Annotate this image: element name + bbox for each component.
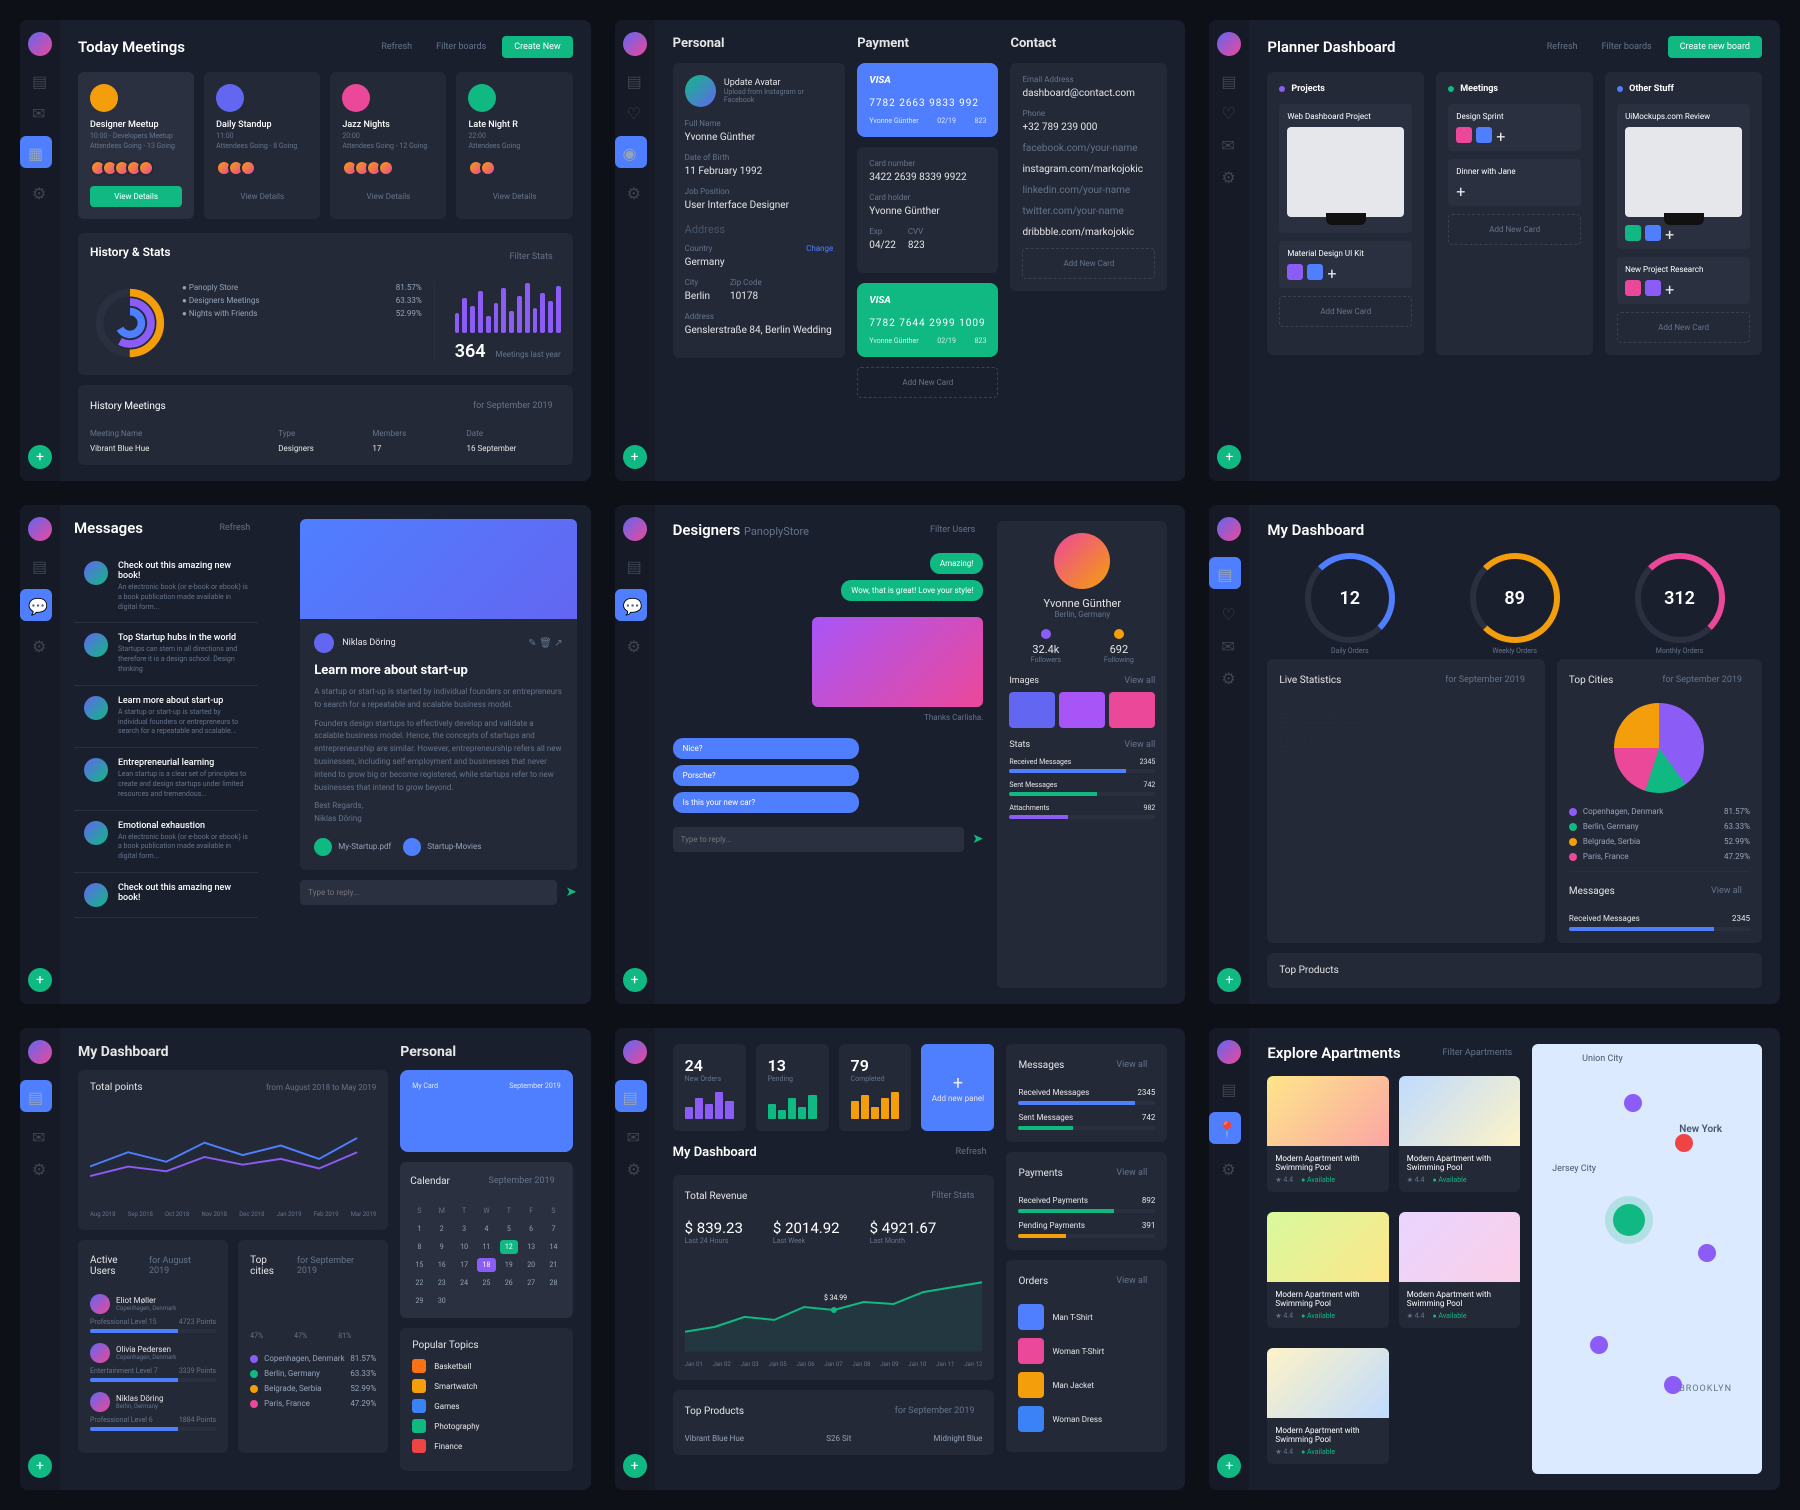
donut-chart [90, 283, 170, 363]
map[interactable]: Union City Jersey City New York BROOKLYN [1532, 1044, 1762, 1474]
dashboard-planner: ▤♡✉⚙+ Planner Dashboard RefreshFilter bo… [1209, 20, 1780, 481]
page-title: Today Meetings [78, 38, 185, 56]
add-card-button[interactable]: Add New Card [857, 367, 998, 398]
planner-card[interactable]: Web Dashboard Project [1279, 104, 1412, 233]
user-icon[interactable]: ◉ [615, 136, 647, 168]
sidebar: ▤♡ ◉ ⚙ + [615, 20, 655, 481]
map-pin[interactable] [1698, 1244, 1716, 1262]
dashboard-apartments: ▤📍⚙+ Explore ApartmentsFilter Apartments… [1209, 1028, 1780, 1490]
article-hero [300, 519, 576, 619]
reply-input[interactable] [300, 880, 557, 905]
location-icon[interactable]: 📍 [1209, 1112, 1241, 1144]
avatar[interactable] [28, 32, 52, 56]
chat-image [812, 617, 983, 707]
calendar-icon[interactable]: ▦ [20, 136, 52, 168]
view-details-button[interactable]: View Details [468, 186, 560, 207]
dashboard-messages: ▤💬⚙+ MessagesRefresh Check out this amaz… [20, 505, 591, 1004]
view-details-button[interactable]: View Details [342, 186, 434, 207]
credit-card[interactable]: VISA 7782 7644 2999 1009 Yvonne Günther0… [857, 283, 998, 357]
meeting-card[interactable]: Jazz Nights 20:00 Attendees Going - 12 G… [330, 72, 446, 219]
apartment-card[interactable]: Modern Apartment with Swimming Pool★ 4.4… [1399, 1076, 1520, 1192]
apartment-card[interactable]: Modern Apartment with Swimming Pool★ 4.4… [1267, 1348, 1388, 1464]
order-item[interactable]: Man Jacket [1018, 1372, 1155, 1398]
filter-stats-button[interactable]: Filter Stats [502, 248, 561, 266]
credit-card[interactable]: VISA 7782 2663 9833 992 Yvonne Günther02… [857, 63, 998, 137]
map-pin-active[interactable] [1613, 1204, 1645, 1236]
dashboard-designers: ▤💬⚙+ Designers PanoplyStoreFilter Users … [615, 505, 1186, 1004]
view-details-button[interactable]: View Details [216, 186, 308, 207]
view-details-button[interactable]: View Details [90, 186, 182, 207]
world-map: ·· ····· ·· ··········· ··· ····· ······… [1279, 703, 1533, 761]
order-item[interactable]: Woman T-Shirt [1018, 1338, 1155, 1364]
bar-chart [455, 283, 561, 333]
dashboard-profile: ▤♡ ◉ ⚙ + Personal Update AvatarUpload fr… [615, 20, 1186, 481]
map-pin[interactable] [1664, 1376, 1682, 1394]
reply-input[interactable] [673, 827, 965, 852]
message-item[interactable]: Entrepreneurial learningLean startup is … [74, 748, 258, 810]
dashboard-revenue: ▤✉⚙+ 24New Orders 13Pending 79Completed … [615, 1028, 1186, 1490]
profile-avatar[interactable] [685, 75, 716, 107]
message-item[interactable]: Top Startup hubs in the worldStartups ca… [74, 623, 258, 685]
dashboard-personal: ▤✉⚙+ My Dashboard Total pointsfrom Augus… [20, 1028, 591, 1490]
message-item[interactable]: Check out this amazing new book! [74, 873, 258, 918]
edit-icon[interactable]: ✎ 🗑 ↗ [528, 638, 562, 649]
order-item[interactable]: Woman Dress [1018, 1406, 1155, 1432]
gear-icon[interactable]: ⚙ [32, 184, 48, 200]
chart-icon[interactable]: ▤ [32, 72, 48, 88]
meeting-icon [216, 84, 244, 112]
meeting-icon [468, 84, 496, 112]
history-title: History & Stats [90, 245, 171, 259]
mail-icon[interactable]: ✉ [32, 104, 48, 120]
send-icon[interactable]: ➤ [565, 880, 576, 905]
meeting-icon [90, 84, 118, 112]
filter-button[interactable]: Filter boards [428, 38, 494, 56]
create-button[interactable]: Create New [502, 36, 572, 58]
add-button[interactable]: + [28, 445, 52, 469]
apartment-card[interactable]: Modern Apartment with Swimming Pool★ 4.4… [1399, 1212, 1520, 1328]
meeting-icon [342, 84, 370, 112]
chat-icon[interactable]: 💬 [20, 589, 52, 621]
avatar[interactable] [623, 32, 647, 56]
send-icon[interactable]: ➤ [972, 827, 983, 852]
apartment-card[interactable]: Modern Apartment with Swimming Pool★ 4.4… [1267, 1212, 1388, 1328]
map-pin[interactable] [1590, 1336, 1608, 1354]
add-button[interactable]: + [623, 445, 647, 469]
message-item[interactable]: Learn more about start-upA startup or st… [74, 686, 258, 748]
line-chart [90, 1107, 376, 1207]
meeting-card[interactable]: Daily Standup 11:00 Attendees Going - 8 … [204, 72, 320, 219]
apartment-card[interactable]: Modern Apartment with Swimming Pool★ 4.4… [1267, 1076, 1388, 1192]
order-item[interactable]: Man T-Shirt [1018, 1304, 1155, 1330]
meeting-card[interactable]: Designer Meetup 10:00 - Developers Meetu… [78, 72, 194, 219]
message-item[interactable]: Emotional exhaustionAn electronic book (… [74, 811, 258, 873]
area-chart: $ 34.99 [685, 1257, 983, 1357]
dashboard-meetings: ▤ ✉ ▦ ⚙ + Today Meetings Refresh Filter … [20, 20, 591, 481]
meeting-card[interactable]: Late Night R 22:00 Attendees Going View … [456, 72, 572, 219]
add-panel-button[interactable]: +Add new panel [921, 1044, 994, 1131]
map-pin[interactable] [1675, 1134, 1693, 1152]
pie-chart [1614, 703, 1704, 793]
map-pin[interactable] [1624, 1094, 1642, 1112]
refresh-button[interactable]: Refresh [373, 38, 420, 56]
page-title: Planner Dashboard [1267, 38, 1395, 56]
profile-avatar [1054, 533, 1110, 589]
chart-icon[interactable]: ▤ [1209, 557, 1241, 589]
planner-card[interactable]: Material Design UI Kit+ [1279, 241, 1412, 288]
ring-chart: 12Daily Orders [1305, 553, 1395, 643]
message-item[interactable]: Check out this amazing new book!An elect… [74, 551, 258, 623]
sidebar: ▤ ✉ ▦ ⚙ + [20, 20, 60, 481]
dashboard-analytics: ▤♡✉⚙+ My Dashboard 12Daily Orders 89Week… [1209, 505, 1780, 1004]
svg-text:$ 34.99: $ 34.99 [824, 1294, 847, 1302]
